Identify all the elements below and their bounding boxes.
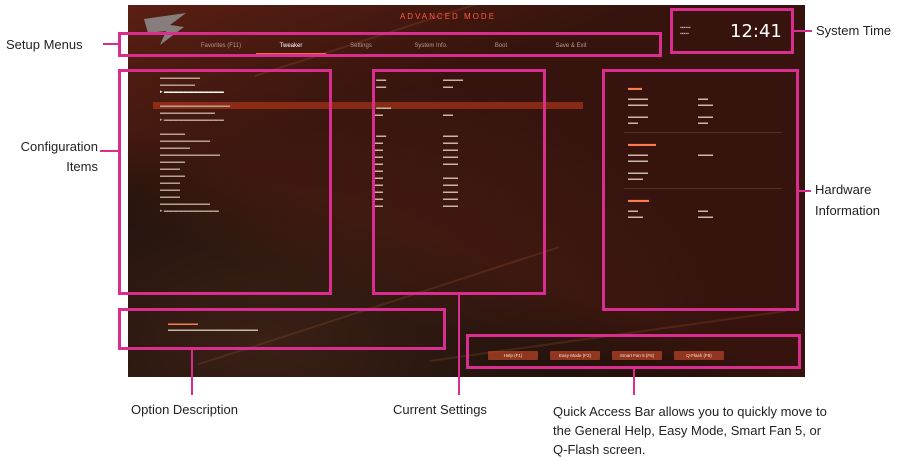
system-time-callout-box [670, 8, 794, 54]
quick-access-label-line3: Q-Flash screen. [553, 442, 646, 457]
configuration-items-label: Configuration Items [10, 139, 98, 174]
quick-access-label-line1: Quick Access Bar allows you to quickly m… [553, 404, 827, 419]
configuration-items-connector [100, 150, 118, 152]
hardware-info-label-line1: Hardware [815, 182, 872, 197]
option-description-label: Option Description [131, 402, 238, 417]
hardware-info-callout-box [602, 69, 799, 311]
system-time-connector [794, 30, 812, 32]
current-settings-label: Current Settings [393, 402, 487, 417]
system-time-label: System Time [816, 23, 892, 38]
quick-access-label: Quick Access Bar allows you to quickly m… [553, 402, 827, 459]
quick-access-callout-box [466, 334, 801, 369]
setup-menus-connector [103, 43, 118, 45]
configuration-items-callout-box [118, 69, 332, 295]
setup-menus-label: Setup Menus [6, 37, 83, 52]
configuration-items-label-line1: Configuration [20, 139, 98, 154]
current-settings-callout-box [372, 69, 546, 295]
option-description-connector [191, 350, 193, 395]
option-description-callout-box [118, 308, 446, 350]
hardware-info-connector [799, 190, 811, 192]
configuration-items-label-line2: Items [66, 159, 98, 174]
mode-title: ADVANCED MODE [399, 12, 497, 21]
hardware-info-label: Hardware Information [815, 182, 880, 218]
setup-menus-callout-box [118, 32, 662, 57]
quick-access-connector [633, 369, 635, 395]
quick-access-label-line2: the General Help, Easy Mode, Smart Fan 5… [553, 423, 822, 438]
hardware-info-label-line2: Information [815, 203, 881, 218]
current-settings-connector [458, 295, 460, 395]
